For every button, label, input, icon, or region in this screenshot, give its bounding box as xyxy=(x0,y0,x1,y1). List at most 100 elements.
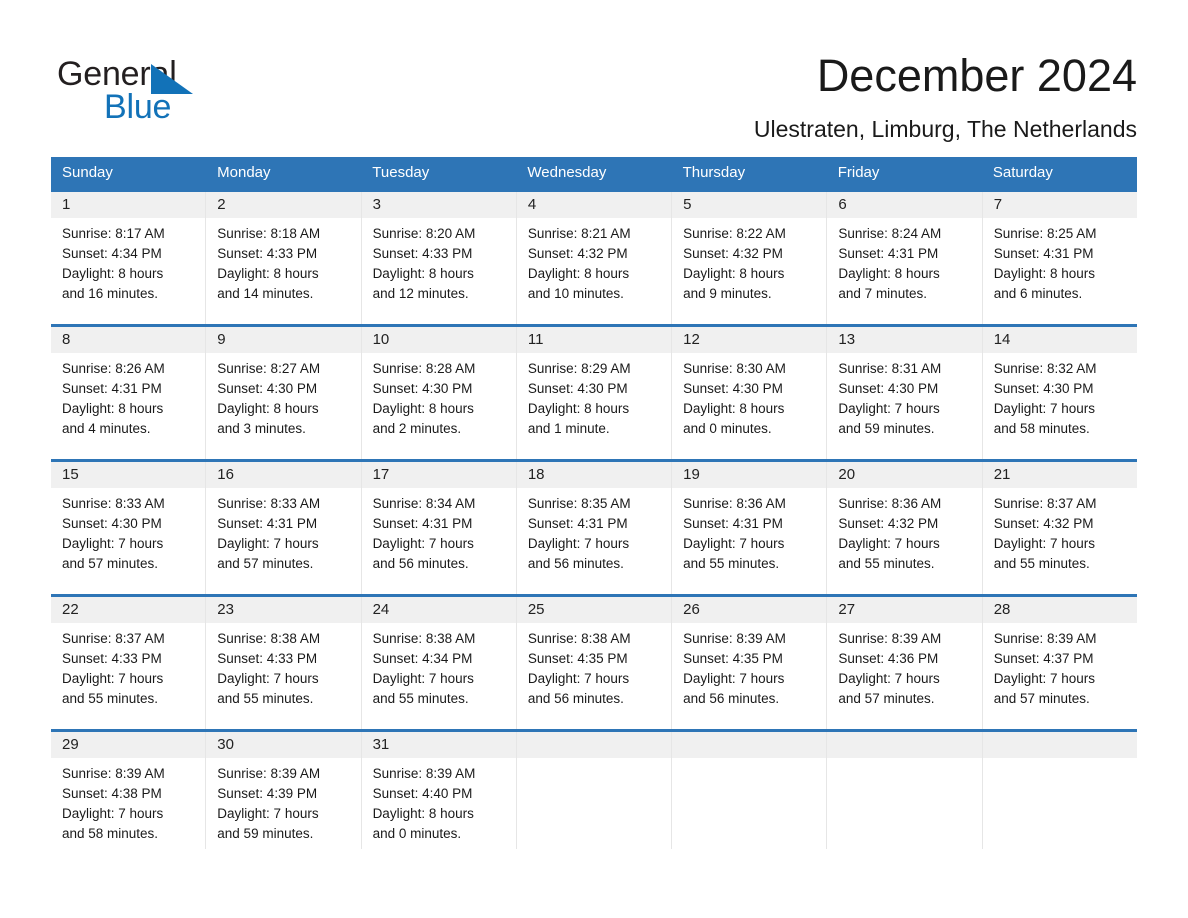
daylight-text-line2: and 58 minutes. xyxy=(62,826,159,841)
sunset-text: Sunset: 4:31 PM xyxy=(527,516,628,531)
day-cell[interactable]: 6 Sunrise: 8:24 AM Sunset: 4:31 PM Daylight… xyxy=(827,192,983,324)
daylight-text-line2: and 56 minutes. xyxy=(372,556,469,571)
sunset-text: Sunset: 4:31 PM xyxy=(217,516,318,531)
daylight-text-line1: Daylight: 8 hours xyxy=(217,401,319,416)
day-number-band: 16 xyxy=(206,462,361,488)
sunrise-text: Sunrise: 8:25 AM xyxy=(993,226,1097,241)
day-cell[interactable]: 5 Sunrise: 8:22 AM Sunset: 4:32 PM Daylight… xyxy=(672,192,828,324)
day-number: 20 xyxy=(838,466,856,483)
daylight-text-line1: Daylight: 7 hours xyxy=(527,536,630,551)
day-cell[interactable]: 8 Sunrise: 8:26 AM Sunset: 4:31 PM Daylight… xyxy=(51,327,207,459)
daylight-text-line1: Daylight: 8 hours xyxy=(372,266,474,281)
day-details: Sunrise: 8:33 AM Sunset: 4:30 PM Daylight:… xyxy=(51,488,205,574)
week-row: 29 Sunrise: 8:39 AM Sunset: 4:38 PM Dayligh… xyxy=(51,729,1137,849)
weekday-header-thursday: Thursday xyxy=(682,164,746,181)
day-details: Sunrise: 8:29 AM Sunset: 4:30 PM Daylight:… xyxy=(517,353,671,439)
page-header: General Blue December 2024 Ulestraten, L… xyxy=(0,0,1188,150)
day-cell[interactable]: 4 Sunrise: 8:21 AM Sunset: 4:32 PM Daylight… xyxy=(516,192,673,324)
sunrise-text: Sunrise: 8:38 AM xyxy=(527,631,631,646)
day-cell[interactable]: 31 Sunrise: 8:39 AM Sunset: 4:40 PM Dayligh… xyxy=(361,732,517,849)
week-row: 15 Sunrise: 8:33 AM Sunset: 4:30 PM Dayligh… xyxy=(51,459,1137,594)
day-number: 16 xyxy=(217,466,234,483)
sunset-text: Sunset: 4:32 PM xyxy=(838,516,939,531)
sunrise-text: Sunrise: 8:33 AM xyxy=(217,496,321,511)
day-cell[interactable]: 15 Sunrise: 8:33 AM Sunset: 4:30 PM Dayligh… xyxy=(51,462,207,594)
location-subtitle: Ulestraten, Limburg, The Netherlands xyxy=(753,116,1137,142)
day-cell[interactable]: 9 Sunrise: 8:27 AM Sunset: 4:30 PM Daylight… xyxy=(206,327,362,459)
day-number-band: 6 xyxy=(827,192,982,218)
day-cell[interactable]: 7 Sunrise: 8:25 AM Sunset: 4:31 PM Daylight… xyxy=(982,192,1137,324)
day-number: 11 xyxy=(527,331,544,348)
day-cell[interactable]: 10 Sunrise: 8:28 AM Sunset: 4:30 PM Dayligh… xyxy=(361,327,517,459)
day-cell-empty xyxy=(516,732,673,849)
daylight-text-line1: Daylight: 7 hours xyxy=(217,806,319,821)
day-number-band: 7 xyxy=(982,192,1137,218)
daylight-text-line1: Daylight: 8 hours xyxy=(683,266,785,281)
daylight-text-line2: and 59 minutes. xyxy=(217,826,314,841)
day-cell[interactable]: 28 Sunrise: 8:39 AM Sunset: 4:37 PM Dayligh… xyxy=(982,597,1137,729)
sunrise-text: Sunrise: 8:29 AM xyxy=(527,361,631,376)
daylight-text-line1: Daylight: 8 hours xyxy=(217,266,319,281)
day-cell[interactable]: 26 Sunrise: 8:39 AM Sunset: 4:35 PM Dayligh… xyxy=(672,597,828,729)
day-cell[interactable]: 14 Sunrise: 8:32 AM Sunset: 4:30 PM Dayligh… xyxy=(982,327,1137,459)
day-cell[interactable]: 24 Sunrise: 8:38 AM Sunset: 4:34 PM Dayligh… xyxy=(361,597,517,729)
day-cell[interactable]: 17 Sunrise: 8:34 AM Sunset: 4:31 PM Dayligh… xyxy=(361,462,517,594)
daylight-text-line1: Daylight: 7 hours xyxy=(993,671,1095,686)
sunrise-text: Sunrise: 8:26 AM xyxy=(62,361,165,376)
day-cell[interactable]: 1 Sunrise: 8:17 AM Sunset: 4:34 PM Daylight… xyxy=(51,192,207,324)
sunrise-text: Sunrise: 8:39 AM xyxy=(62,766,165,781)
day-number-band: 31 xyxy=(361,732,516,758)
generalblue-logo[interactable]: General Blue xyxy=(57,54,317,134)
day-cell-empty xyxy=(827,732,983,849)
day-cell[interactable]: 29 Sunrise: 8:39 AM Sunset: 4:38 PM Dayligh… xyxy=(51,732,207,849)
day-number-band: 15 xyxy=(51,462,206,488)
daylight-text-line2: and 12 minutes. xyxy=(372,286,469,301)
day-cell[interactable]: 22 Sunrise: 8:37 AM Sunset: 4:33 PM Dayligh… xyxy=(51,597,207,729)
page-title: December 2024 xyxy=(816,50,1137,101)
day-cell[interactable]: 13 Sunrise: 8:31 AM Sunset: 4:30 PM Dayligh… xyxy=(827,327,983,459)
day-cell[interactable]: 27 Sunrise: 8:39 AM Sunset: 4:36 PM Dayligh… xyxy=(827,597,983,729)
day-cell[interactable]: 30 Sunrise: 8:39 AM Sunset: 4:39 PM Dayligh… xyxy=(206,732,362,849)
day-cell[interactable]: 21 Sunrise: 8:37 AM Sunset: 4:32 PM Dayligh… xyxy=(982,462,1137,594)
day-number-band: 26 xyxy=(672,597,827,623)
day-number: 27 xyxy=(838,601,856,618)
day-number-band: 2 xyxy=(206,192,361,218)
daylight-text-line2: and 9 minutes. xyxy=(683,286,772,301)
day-number: 10 xyxy=(372,331,390,348)
day-cell[interactable]: 20 Sunrise: 8:36 AM Sunset: 4:32 PM Dayligh… xyxy=(827,462,983,594)
sunset-text: Sunset: 4:30 PM xyxy=(217,381,318,396)
weekday-header-sunday: Sunday xyxy=(62,164,113,181)
day-cell[interactable]: 25 Sunrise: 8:38 AM Sunset: 4:35 PM Dayligh… xyxy=(516,597,673,729)
daylight-text-line1: Daylight: 7 hours xyxy=(993,401,1095,416)
day-cell[interactable]: 2 Sunrise: 8:18 AM Sunset: 4:33 PM Daylight… xyxy=(206,192,362,324)
day-cell[interactable]: 23 Sunrise: 8:38 AM Sunset: 4:33 PM Dayligh… xyxy=(206,597,362,729)
day-number-band: 20 xyxy=(827,462,982,488)
sunrise-text: Sunrise: 8:36 AM xyxy=(838,496,942,511)
day-number: 23 xyxy=(217,601,234,618)
day-cell[interactable]: 3 Sunrise: 8:20 AM Sunset: 4:33 PM Daylight… xyxy=(361,192,517,324)
daylight-text-line2: and 55 minutes. xyxy=(993,556,1090,571)
day-number-band: 24 xyxy=(361,597,516,623)
sunset-text: Sunset: 4:35 PM xyxy=(527,651,628,666)
day-cell[interactable]: 11 Sunrise: 8:29 AM Sunset: 4:30 PM Dayligh… xyxy=(516,327,673,459)
daylight-text-line2: and 57 minutes. xyxy=(838,691,935,706)
day-cell[interactable]: 19 Sunrise: 8:36 AM Sunset: 4:31 PM Dayligh… xyxy=(672,462,828,594)
sunrise-text: Sunrise: 8:22 AM xyxy=(683,226,786,241)
title-block: December 2024 Ulestraten, Limburg, The N… xyxy=(754,50,1137,144)
day-number-band: 28 xyxy=(982,597,1137,623)
day-number: 21 xyxy=(993,466,1011,483)
day-number-band: 27 xyxy=(827,597,982,623)
sunrise-text: Sunrise: 8:20 AM xyxy=(372,226,476,241)
sunset-text: Sunset: 4:34 PM xyxy=(62,246,162,261)
day-cell[interactable]: 16 Sunrise: 8:33 AM Sunset: 4:31 PM Dayligh… xyxy=(206,462,362,594)
day-details: Sunrise: 8:35 AM Sunset: 4:31 PM Daylight:… xyxy=(517,488,671,574)
sunrise-text: Sunrise: 8:37 AM xyxy=(62,631,165,646)
day-number-band: 1 xyxy=(51,192,206,218)
day-cell[interactable]: 12 Sunrise: 8:30 AM Sunset: 4:30 PM Dayligh… xyxy=(672,327,828,459)
day-number-band: 9 xyxy=(206,327,361,353)
day-number: 18 xyxy=(527,466,545,483)
day-cell[interactable]: 18 Sunrise: 8:35 AM Sunset: 4:31 PM Dayligh… xyxy=(516,462,673,594)
day-number-band: 11 xyxy=(516,327,672,353)
daylight-text-line2: and 56 minutes. xyxy=(683,691,780,706)
daylight-text-line2: and 0 minutes. xyxy=(372,826,462,841)
